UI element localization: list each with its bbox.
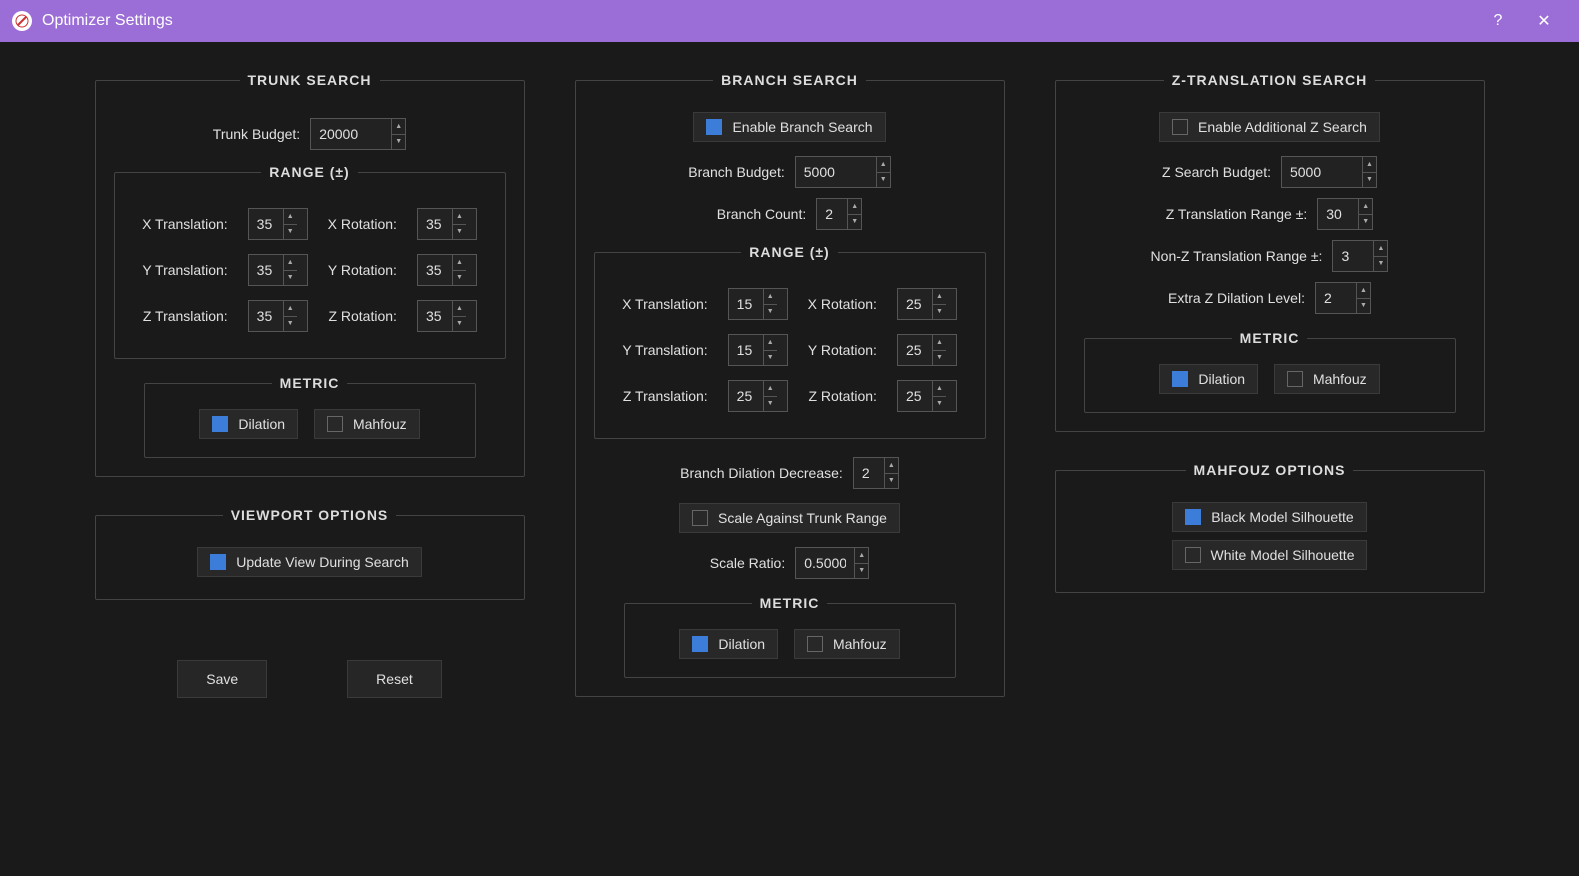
trunk-zr-label: Z Rotation: [328,308,397,324]
mahfouz-options-title: MAHFOUZ OPTIONS [1186,462,1354,478]
branch-dilation-dec-input[interactable]: ▲▼ [853,457,899,489]
branch-yr-label: Y Rotation: [808,342,877,358]
trunk-xt-label: X Translation: [142,216,228,232]
branch-budget-input[interactable]: ▲▼ [795,156,891,188]
black-silhouette-checkbox[interactable]: Black Model Silhouette [1172,502,1366,532]
window-title: Optimizer Settings [42,12,173,30]
z-metric-group: METRIC Dilation Mahfouz [1084,330,1456,413]
close-button[interactable]: ✕ [1521,0,1567,42]
trunk-range-title: RANGE (±) [261,164,357,180]
branch-dilation-checkbox[interactable]: Dilation [679,629,778,659]
trunk-metric-group: METRIC Dilation Mahfouz [144,375,476,458]
trunk-yr-input[interactable]: ▲▼ [417,254,477,286]
trunk-search-group: TRUNK SEARCH Trunk Budget: ▲▼ RANGE (±) … [95,72,525,477]
branch-xt-input[interactable]: ▲▼ [728,288,788,320]
title-bar: Optimizer Settings ? ✕ [0,0,1579,42]
trunk-yt-input[interactable]: ▲▼ [248,254,308,286]
scale-ratio-label: Scale Ratio: [710,555,785,571]
branch-xr-label: X Rotation: [808,296,877,312]
branch-search-title: BRANCH SEARCH [713,72,866,88]
trunk-zr-input[interactable]: ▲▼ [417,300,477,332]
trunk-dilation-checkbox[interactable]: Dilation [199,409,298,439]
enable-branch-checkbox[interactable]: Enable Branch Search [693,112,885,142]
z-translation-range-label: Z Translation Range ±: [1166,206,1308,222]
trunk-yr-label: Y Rotation: [328,262,397,278]
branch-metric-title: METRIC [752,595,828,611]
branch-yt-input[interactable]: ▲▼ [728,334,788,366]
trunk-budget-input[interactable]: ▲▼ [310,118,406,150]
scale-ratio-input[interactable]: ▲▼ [795,547,869,579]
trunk-zt-input[interactable]: ▲▼ [248,300,308,332]
nonz-translation-range-label: Non-Z Translation Range ±: [1151,248,1323,264]
viewport-options-group: VIEWPORT OPTIONS Update View During Sear… [95,507,525,600]
branch-yr-input[interactable]: ▲▼ [897,334,957,366]
extra-z-dilation-label: Extra Z Dilation Level: [1168,290,1305,306]
branch-count-input[interactable]: ▲▼ [816,198,862,230]
branch-budget-label: Branch Budget: [688,164,785,180]
viewport-options-title: VIEWPORT OPTIONS [223,507,397,523]
branch-xt-label: X Translation: [622,296,708,312]
trunk-xr-input[interactable]: ▲▼ [417,208,477,240]
app-icon [12,11,32,31]
spin-down-icon: ▼ [392,135,405,150]
update-view-checkbox[interactable]: Update View During Search [197,547,422,577]
z-translation-range-input[interactable]: ▲▼ [1317,198,1373,230]
z-search-group: Z-TRANSLATION SEARCH Enable Additional Z… [1055,72,1485,432]
branch-metric-group: METRIC Dilation Mahfouz [624,595,956,678]
branch-count-label: Branch Count: [717,206,807,222]
trunk-search-title: TRUNK SEARCH [240,72,380,88]
branch-yt-label: Y Translation: [622,342,708,358]
z-budget-label: Z Search Budget: [1162,164,1271,180]
reset-button[interactable]: Reset [347,660,442,698]
branch-zt-input[interactable]: ▲▼ [728,380,788,412]
branch-xr-input[interactable]: ▲▼ [897,288,957,320]
branch-dilation-dec-label: Branch Dilation Decrease: [680,465,843,481]
branch-mahfouz-checkbox[interactable]: Mahfouz [794,629,900,659]
scale-against-trunk-checkbox[interactable]: Scale Against Trunk Range [679,503,900,533]
branch-search-group: BRANCH SEARCH Enable Branch Search Branc… [575,72,1005,697]
z-dilation-checkbox[interactable]: Dilation [1159,364,1258,394]
spin-up-icon: ▲ [392,119,405,135]
z-metric-title: METRIC [1232,330,1308,346]
branch-range-title: RANGE (±) [741,244,837,260]
trunk-yt-label: Y Translation: [142,262,228,278]
z-mahfouz-checkbox[interactable]: Mahfouz [1274,364,1380,394]
trunk-range-group: RANGE (±) X Translation: ▲▼ X Rotation: … [114,164,506,359]
extra-z-dilation-input[interactable]: ▲▼ [1315,282,1371,314]
white-silhouette-checkbox[interactable]: White Model Silhouette [1172,540,1368,570]
dialog-body: TRUNK SEARCH Trunk Budget: ▲▼ RANGE (±) … [0,42,1579,728]
help-button[interactable]: ? [1475,0,1521,42]
z-search-title: Z-TRANSLATION SEARCH [1164,72,1376,88]
nonz-translation-range-input[interactable]: ▲▼ [1332,240,1388,272]
branch-zr-label: Z Rotation: [808,388,877,404]
branch-zt-label: Z Translation: [622,388,708,404]
trunk-xt-input[interactable]: ▲▼ [248,208,308,240]
save-button[interactable]: Save [177,660,267,698]
trunk-mahfouz-checkbox[interactable]: Mahfouz [314,409,420,439]
trunk-zt-label: Z Translation: [142,308,228,324]
branch-range-group: RANGE (±) X Translation: ▲▼ X Rotation: … [594,244,986,439]
branch-zr-input[interactable]: ▲▼ [897,380,957,412]
trunk-budget-label: Trunk Budget: [213,126,300,142]
mahfouz-options-group: MAHFOUZ OPTIONS Black Model Silhouette W… [1055,462,1485,593]
enable-z-search-checkbox[interactable]: Enable Additional Z Search [1159,112,1380,142]
trunk-xr-label: X Rotation: [328,216,397,232]
trunk-metric-title: METRIC [272,375,348,391]
z-budget-input[interactable]: ▲▼ [1281,156,1377,188]
